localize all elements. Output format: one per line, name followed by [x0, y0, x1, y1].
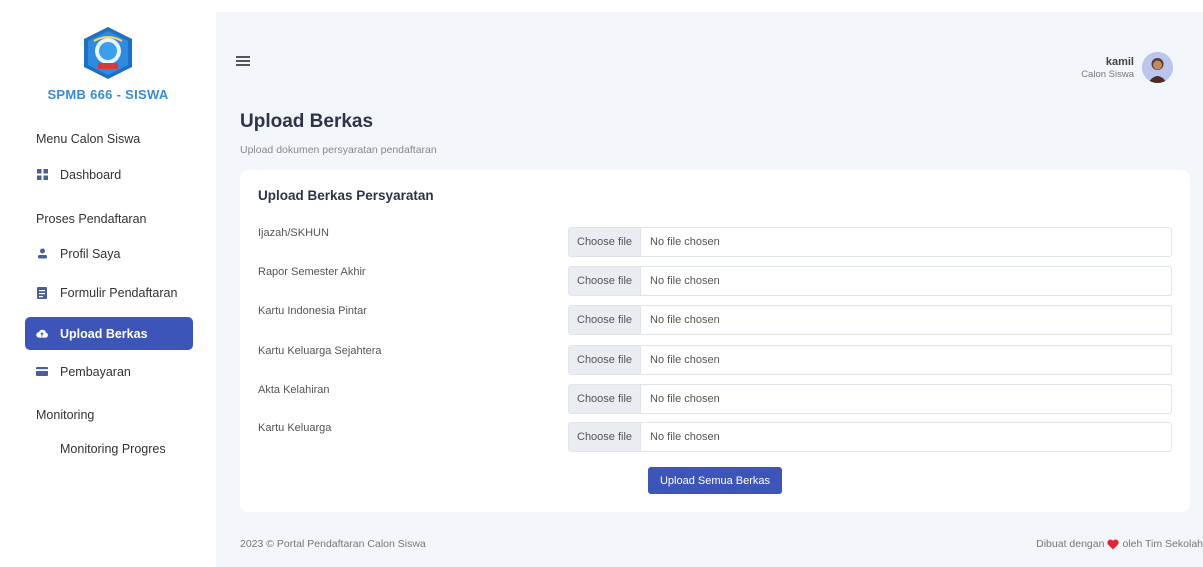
choose-file-button[interactable]: Choose file: [569, 306, 642, 334]
upload-row: Kartu Keluarga Choose file No file chose…: [258, 422, 1174, 452]
file-name: No file chosen: [650, 354, 720, 366]
upload-all-button[interactable]: Upload Semua Berkas: [648, 467, 782, 494]
menu-toggle-icon[interactable]: [236, 56, 250, 68]
user-role: Calon Siswa: [1081, 68, 1134, 80]
file-name: No file chosen: [650, 431, 720, 443]
avatar[interactable]: [1142, 52, 1173, 83]
sidebar-item-upload-berkas[interactable]: Upload Berkas: [25, 317, 193, 350]
cloud-upload-icon: [36, 328, 48, 340]
sidebar-item-formulir-pendaftaran[interactable]: Formulir Pendaftaran: [25, 276, 193, 309]
upload-row: Kartu Indonesia Pintar Choose file No fi…: [258, 305, 1174, 335]
file-input-kip[interactable]: Choose file No file chosen: [568, 305, 1172, 335]
sidebar-item-monitoring-progres[interactable]: Monitoring Progres: [25, 432, 193, 465]
field-label: Rapor Semester Akhir: [258, 266, 366, 278]
brand-name: SPMB 666 - SISWA: [47, 87, 169, 102]
file-name: No file chosen: [650, 236, 720, 248]
user-name: kamil: [1105, 55, 1134, 68]
footer-copyright: 2023 © Portal Pendaftaran Calon Siswa: [240, 538, 426, 550]
sidebar: SPMB 666 - SISWA Menu Calon Siswa Dashbo…: [0, 12, 216, 567]
file-name: No file chosen: [650, 275, 720, 287]
field-label: Akta Kelahiran: [258, 384, 330, 396]
field-label: Kartu Keluarga Sejahtera: [258, 345, 382, 357]
top-strip: [0, 0, 1203, 12]
file-input-ijazah[interactable]: Choose file No file chosen: [568, 227, 1172, 257]
footer-made-suffix: oleh Tim Sekolah: [1122, 538, 1203, 550]
upload-row: Ijazah/SKHUN Choose file No file chosen: [258, 227, 1174, 257]
school-logo: [84, 27, 132, 79]
sidebar-item-label: Profil Saya: [60, 246, 121, 261]
section-monitoring: Monitoring: [36, 408, 95, 422]
brand[interactable]: SPMB 666 - SISWA: [0, 25, 216, 102]
section-menu-calon-siswa: Menu Calon Siswa: [36, 132, 141, 146]
upload-row: Akta Kelahiran Choose file No file chose…: [258, 384, 1174, 414]
page-subtitle: Upload dokumen persyaratan pendaftaran: [240, 144, 437, 156]
file-name: No file chosen: [650, 314, 720, 326]
sidebar-item-label: Formulir Pendaftaran: [60, 285, 178, 300]
sidebar-item-label: Upload Berkas: [60, 326, 148, 341]
field-label: Kartu Indonesia Pintar: [258, 305, 367, 317]
choose-file-button[interactable]: Choose file: [569, 385, 642, 413]
upload-row: Rapor Semester Akhir Choose file No file…: [258, 266, 1174, 296]
choose-file-button[interactable]: Choose file: [569, 267, 642, 295]
choose-file-button[interactable]: Choose file: [569, 228, 642, 256]
page-title: Upload Berkas: [240, 111, 374, 132]
user-icon: [36, 248, 48, 260]
file-input-akta[interactable]: Choose file No file chosen: [568, 384, 1172, 414]
field-label: Kartu Keluarga: [258, 422, 332, 434]
file-input-kk[interactable]: Choose file No file chosen: [568, 422, 1172, 452]
main-content: kamil Calon Siswa Upload Berkas Upload d…: [216, 12, 1203, 567]
section-proses-pendaftaran: Proses Pendaftaran: [36, 212, 147, 226]
file-input-rapor[interactable]: Choose file No file chosen: [568, 266, 1172, 296]
choose-file-button[interactable]: Choose file: [569, 346, 642, 374]
heart-icon: [1107, 539, 1120, 549]
choose-file-button[interactable]: Choose file: [569, 423, 642, 451]
upload-row: Kartu Keluarga Sejahtera Choose file No …: [258, 345, 1174, 375]
upload-card: Upload Berkas Persyaratan Ijazah/SKHUN C…: [240, 170, 1190, 512]
sidebar-item-pembayaran[interactable]: Pembayaran: [25, 355, 193, 388]
user-menu[interactable]: kamil Calon Siswa: [1081, 52, 1173, 83]
grid-icon: [36, 169, 48, 181]
document-icon: [36, 286, 48, 299]
sidebar-item-label: Pembayaran: [60, 364, 131, 379]
field-label: Ijazah/SKHUN: [258, 227, 329, 239]
card-title: Upload Berkas Persyaratan: [258, 188, 434, 203]
footer-credit: Dibuat dengan oleh Tim Sekolah: [1036, 538, 1203, 550]
footer-made-prefix: Dibuat dengan: [1036, 538, 1105, 550]
file-input-kks[interactable]: Choose file No file chosen: [568, 345, 1172, 375]
sidebar-item-label: Monitoring Progres: [60, 441, 166, 456]
credit-card-icon: [36, 366, 48, 378]
file-name: No file chosen: [650, 393, 720, 405]
sidebar-item-dashboard[interactable]: Dashboard: [25, 158, 193, 191]
sidebar-item-label: Dashboard: [60, 167, 122, 182]
sidebar-item-profil-saya[interactable]: Profil Saya: [25, 237, 193, 270]
